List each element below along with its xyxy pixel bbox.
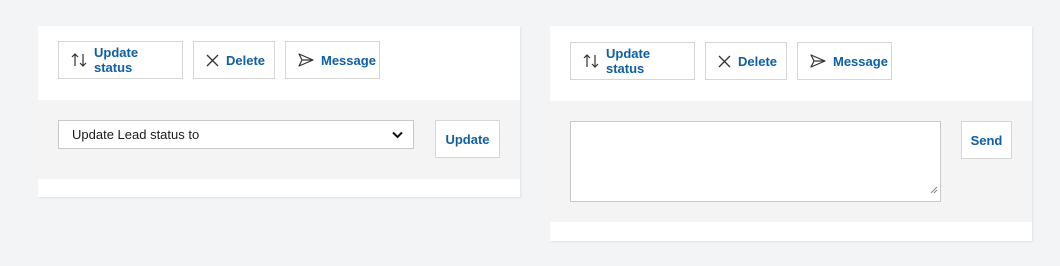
send-icon bbox=[810, 54, 826, 68]
update-status-panel: Update status Delete Message Update Lead… bbox=[38, 26, 520, 197]
message-button[interactable]: Message bbox=[285, 41, 380, 79]
update-status-label: Update status bbox=[606, 46, 651, 76]
send-button[interactable]: Send bbox=[961, 121, 1012, 159]
lead-status-select-value: Update Lead status to bbox=[72, 127, 200, 142]
update-button-label: Update bbox=[445, 131, 490, 147]
delete-label: Delete bbox=[226, 52, 266, 68]
chevron-down-icon bbox=[392, 131, 403, 139]
message-form: Send bbox=[550, 101, 1032, 222]
update-status-label: Update status bbox=[94, 45, 139, 75]
lead-status-select[interactable]: Update Lead status to bbox=[58, 120, 414, 149]
update-status-button[interactable]: Update status bbox=[58, 41, 183, 79]
delete-label: Delete bbox=[738, 53, 778, 69]
update-status-button[interactable]: Update status bbox=[570, 42, 695, 80]
update-button[interactable]: Update bbox=[435, 120, 500, 158]
send-button-label: Send bbox=[970, 132, 1003, 148]
message-label: Message bbox=[833, 53, 888, 69]
close-icon bbox=[718, 55, 731, 68]
sort-arrows-icon bbox=[583, 54, 599, 68]
message-panel: Update status Delete Message Send bbox=[550, 26, 1032, 241]
message-label: Message bbox=[321, 52, 376, 68]
send-icon bbox=[298, 53, 314, 67]
delete-button[interactable]: Delete bbox=[193, 41, 275, 79]
close-icon bbox=[206, 54, 219, 67]
delete-button[interactable]: Delete bbox=[705, 42, 787, 80]
action-bar: Update status Delete Message bbox=[570, 42, 892, 80]
status-form: Update Lead status to Update bbox=[38, 100, 520, 179]
sort-arrows-icon bbox=[71, 53, 87, 67]
message-button[interactable]: Message bbox=[797, 42, 892, 80]
resize-grip-icon[interactable] bbox=[930, 181, 938, 199]
message-textarea[interactable] bbox=[570, 121, 941, 202]
action-bar: Update status Delete Message bbox=[58, 41, 380, 79]
